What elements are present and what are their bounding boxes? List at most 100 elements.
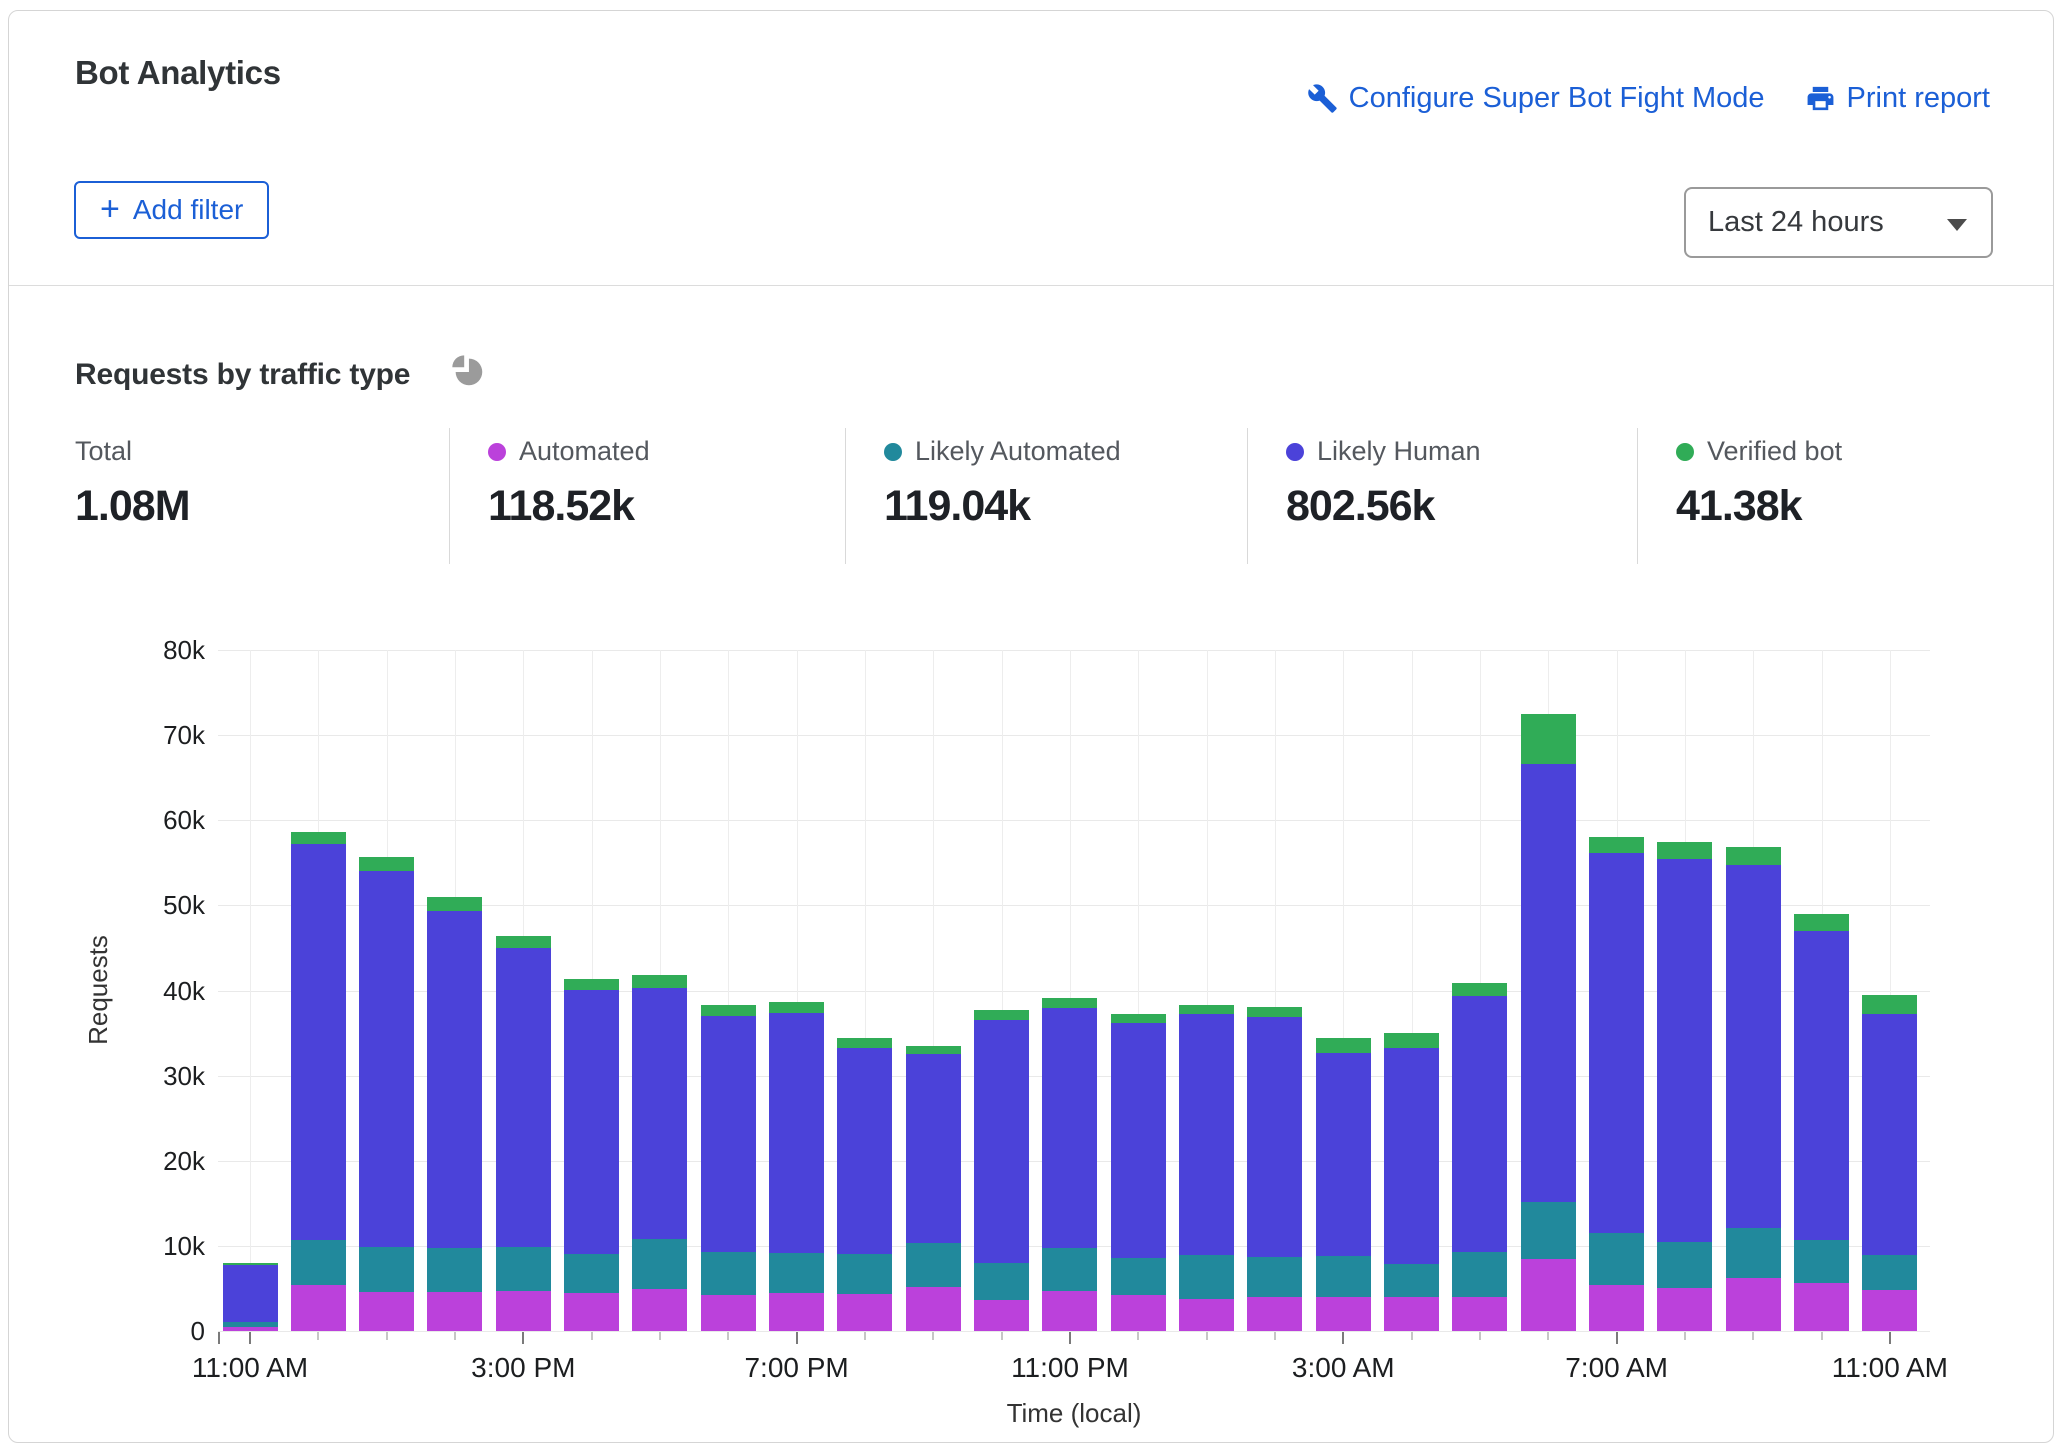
stat-label: Automated (519, 436, 650, 467)
verified-bot-segment (1862, 995, 1917, 1015)
h-gridline-60k (218, 820, 1930, 821)
bar-1-12-00-pm[interactable] (291, 832, 346, 1331)
likely-automated-segment (1862, 1255, 1917, 1290)
verified-bot-segment (564, 979, 619, 991)
wrench-icon (1307, 83, 1338, 114)
stat-divider-3 (1247, 428, 1248, 564)
configure-super-bot-fight-mode-link[interactable]: Configure Super Bot Fight Mode (1307, 82, 1765, 115)
likely-human-segment (1794, 931, 1849, 1240)
legend-dot-likely-human (1286, 443, 1304, 461)
bar-16-3-00-am[interactable] (1316, 1038, 1371, 1331)
bar-11-10-00-pm[interactable] (974, 1010, 1029, 1331)
y-tick-label: 70k (135, 720, 205, 750)
header-divider (9, 285, 2053, 286)
bar-12-11-00-pm[interactable] (1042, 998, 1097, 1331)
x-axis-tick (522, 1332, 524, 1344)
automated-segment (291, 1285, 346, 1331)
x-axis-tick (796, 1332, 798, 1344)
bar-20-7-00-am[interactable] (1589, 837, 1644, 1331)
x-tick-label: 11:00 AM (1800, 1352, 1980, 1384)
stat-column-automated: Automated118.52k (488, 436, 650, 531)
x-tick-label: 11:00 PM (980, 1352, 1160, 1384)
verified-bot-segment (359, 857, 414, 871)
bar-22-9-00-am[interactable] (1726, 847, 1781, 1331)
likely-automated-segment (564, 1254, 619, 1293)
bar-9-8-00-pm[interactable] (837, 1038, 892, 1331)
time-range-select[interactable]: Last 24 hours (1684, 187, 1993, 258)
bar-19-6-00-am[interactable] (1521, 714, 1576, 1331)
automated-segment (837, 1294, 892, 1331)
bar-2-1-00-pm[interactable] (359, 857, 414, 1331)
origin-tick (218, 1332, 220, 1344)
x-axis-tick (1479, 1332, 1481, 1340)
h-gridline-80k (218, 650, 1930, 651)
bar-17-4-00-am[interactable] (1384, 1033, 1439, 1331)
bar-13-12-00-am[interactable] (1111, 1014, 1166, 1331)
verified-bot-segment (632, 975, 687, 988)
bar-5-4-00-pm[interactable] (564, 979, 619, 1331)
stat-column-likely-human: Likely Human802.56k (1286, 436, 1481, 531)
stat-divider-1 (449, 428, 450, 564)
bar-6-5-00-pm[interactable] (632, 975, 687, 1331)
likely-human-segment (427, 911, 482, 1248)
bar-24-11-00-am[interactable] (1862, 995, 1917, 1331)
bar-3-2-00-pm[interactable] (427, 897, 482, 1331)
x-axis-tick (1206, 1332, 1208, 1340)
automated-segment (1452, 1297, 1507, 1331)
bar-14-1-00-am[interactable] (1179, 1005, 1234, 1331)
likely-human-segment (1657, 859, 1712, 1242)
x-axis-tick (1069, 1332, 1071, 1344)
likely-human-segment (1111, 1023, 1166, 1258)
stat-label: Likely Automated (915, 436, 1121, 467)
bar-8-7-00-pm[interactable] (769, 1002, 824, 1331)
verified-bot-segment (1589, 837, 1644, 853)
bar-23-10-00-am[interactable] (1794, 914, 1849, 1331)
bar-10-9-00-pm[interactable] (906, 1046, 961, 1331)
x-axis-tick (1889, 1332, 1891, 1344)
verified-bot-segment (1726, 847, 1781, 864)
verified-bot-segment (701, 1005, 756, 1016)
bar-15-2-00-am[interactable] (1247, 1007, 1302, 1331)
likely-human-segment (223, 1265, 278, 1321)
likely-automated-segment (1452, 1252, 1507, 1297)
x-axis-tick (659, 1332, 661, 1340)
likely-automated-segment (906, 1243, 961, 1286)
x-axis-tick (317, 1332, 319, 1340)
stat-header: Likely Automated (884, 436, 1121, 467)
bar-18-5-00-am[interactable] (1452, 983, 1507, 1331)
likely-automated-segment (1111, 1258, 1166, 1295)
bar-7-6-00-pm[interactable] (701, 1005, 756, 1331)
likely-automated-segment (1657, 1242, 1712, 1289)
printer-icon (1805, 83, 1836, 114)
automated-segment (427, 1292, 482, 1331)
likely-human-segment (1862, 1014, 1917, 1255)
print-report-link[interactable]: Print report (1805, 82, 1990, 115)
bar-0-11-00-am[interactable] (223, 1263, 278, 1331)
x-axis-title: Time (local) (874, 1398, 1274, 1429)
v-gridline (250, 650, 251, 1331)
configure-link-label: Configure Super Bot Fight Mode (1349, 82, 1765, 115)
automated-segment (496, 1291, 551, 1331)
verified-bot-segment (837, 1038, 892, 1048)
x-axis-tick (386, 1332, 388, 1340)
likely-automated-segment (837, 1254, 892, 1294)
automated-segment (632, 1289, 687, 1331)
h-gridline-70k (218, 735, 1930, 736)
bar-21-8-00-am[interactable] (1657, 842, 1712, 1331)
verified-bot-segment (1452, 983, 1507, 997)
likely-automated-segment (1794, 1240, 1849, 1283)
likely-human-segment (496, 948, 551, 1247)
x-tick-label: 7:00 PM (707, 1352, 887, 1384)
automated-segment (701, 1295, 756, 1331)
x-tick-label: 3:00 PM (433, 1352, 613, 1384)
add-filter-button[interactable]: + Add filter (74, 181, 269, 239)
x-axis-tick (864, 1332, 866, 1340)
plus-icon: + (100, 192, 120, 226)
bar-4-3-00-pm[interactable] (496, 936, 551, 1331)
x-axis-tick (591, 1332, 593, 1340)
likely-human-segment (564, 990, 619, 1253)
likely-human-segment (837, 1048, 892, 1254)
stat-value: 802.56k (1286, 482, 1481, 531)
likely-automated-segment (1589, 1233, 1644, 1285)
verified-bot-segment (1384, 1033, 1439, 1047)
